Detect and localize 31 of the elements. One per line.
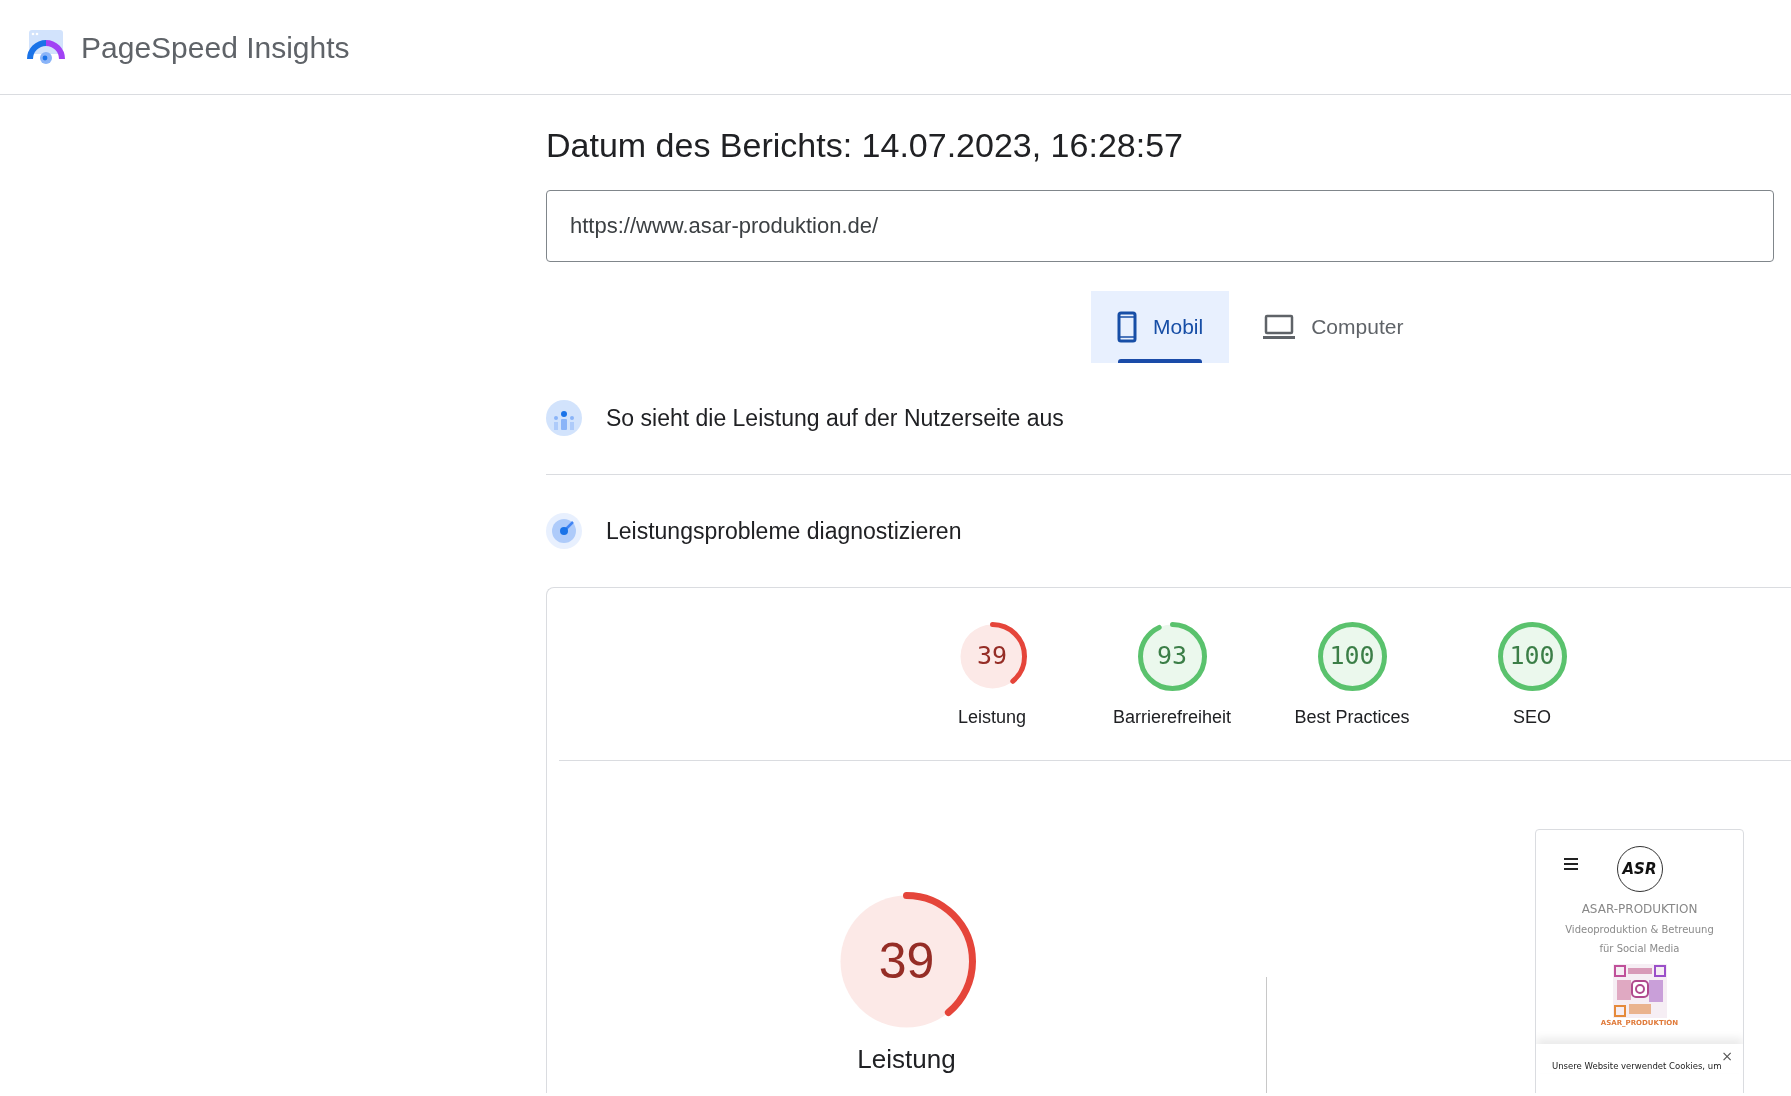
score-value: 100: [1329, 640, 1375, 673]
score-value: 93: [1156, 640, 1188, 673]
score-label[interactable]: SEO: [1513, 703, 1551, 731]
score-value: 39: [878, 931, 935, 991]
app-title: PageSpeed Insights: [81, 29, 350, 66]
logo-icon[interactable]: [27, 29, 65, 65]
section-title[interactable]: So sieht die Leistung auf der Nutzerseite aus: [606, 401, 1064, 436]
device-tab[interactable]: Computer: [1237, 290, 1430, 363]
laptop-icon: [1263, 313, 1296, 340]
score-label: Leistung: [857, 1042, 956, 1076]
users-icon: [546, 400, 582, 437]
report-date: Datum des Berichts: 14.07.2023, 16:28:57: [546, 125, 1184, 166]
score-label[interactable]: Best Practices: [1294, 703, 1410, 731]
phone-icon: [1117, 310, 1137, 343]
score-value: 39: [976, 640, 1008, 673]
score-gauge: [1496, 620, 1568, 692]
device-tab[interactable]: Mobil: [1091, 290, 1230, 363]
site-tagline: Videoproduktion & Betreuung: [1564, 922, 1715, 937]
score-gauge: [1136, 620, 1208, 692]
score-gauge: [1316, 620, 1388, 692]
url-field[interactable]: https://www.asar-produktion.de/: [546, 189, 1774, 262]
score-label[interactable]: Leistung: [957, 703, 1027, 731]
radar-icon: [546, 512, 582, 549]
close-button[interactable]: ×: [1721, 1046, 1733, 1068]
site-tagline: für Social Media: [1598, 941, 1681, 956]
section-title[interactable]: Leistungsprobleme diagnostizieren: [606, 513, 962, 549]
menu-icon[interactable]: [1564, 857, 1578, 870]
score-value: 100: [1509, 640, 1555, 673]
site-name: ASAR-PRODUKTION: [1580, 900, 1699, 918]
score-label[interactable]: Barrierefreiheit: [1112, 703, 1231, 731]
cookie-text: Unsere Website verwendet Cookies, um: [1552, 1060, 1723, 1074]
